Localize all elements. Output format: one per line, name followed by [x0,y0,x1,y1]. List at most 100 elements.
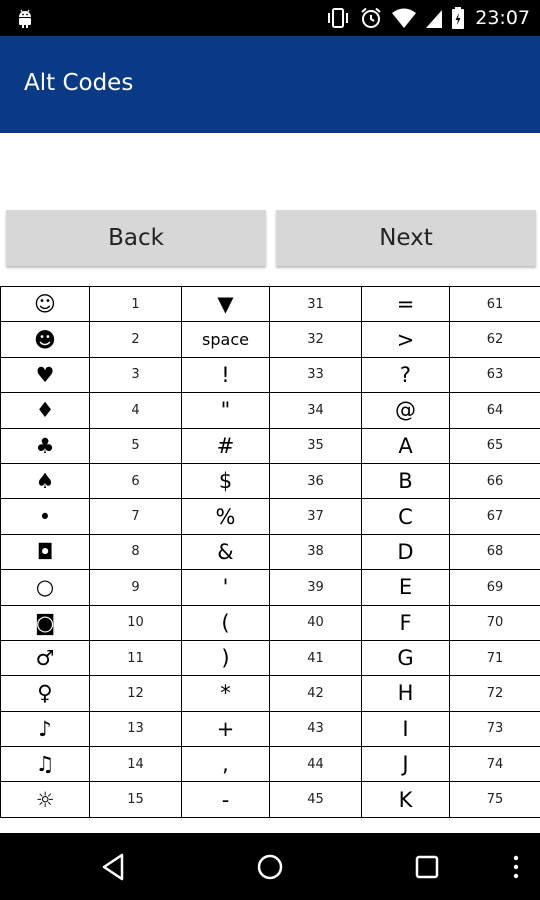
symbol-cell: ) [181,639,270,677]
code-cell: 39 [269,569,362,606]
status-bar: 23:07 [0,0,540,36]
wifi-icon [392,8,417,28]
symbol-cell: ☼ [0,781,90,818]
android-icon [19,9,31,28]
back-button[interactable]: Back [6,210,266,266]
code-cell: 67 [449,498,540,535]
symbol-cell: G [361,639,450,677]
code-cell: 74 [449,746,540,783]
symbol-cell: ♂ [0,639,90,677]
symbol-cell: # [181,427,270,464]
code-cell: 3 [89,356,182,394]
overflow-menu-icon[interactable] [500,851,532,883]
code-cell: 12 [89,675,182,712]
code-cell: 2 [89,321,182,358]
symbol-cell: ♠ [0,462,90,500]
code-cell: 42 [269,675,362,712]
symbol-cell: ○ [0,569,90,606]
table-row: ♪ 13 +43 I 73 [0,710,540,748]
code-cell: 1 [89,286,182,323]
code-cell: 13 [89,710,182,748]
code-cell: 11 [89,639,182,677]
symbol-cell: space [181,321,270,358]
code-cell: 41 [269,639,362,677]
app-title: Alt Codes [24,70,134,96]
symbol-cell: ♣ [0,427,90,464]
code-cell: 71 [449,639,540,677]
symbol-cell: J [361,746,450,783]
system-nav-bar [0,833,540,900]
symbol-cell: ♦ [0,392,90,429]
symbol-cell: F [361,604,450,641]
code-cell: 68 [449,533,540,571]
symbol-cell: & [181,533,270,571]
symbol-cell: ♫ [0,746,90,783]
table-row: ◙ 10(40 F 70 [0,604,540,641]
code-cell: 15 [89,781,182,818]
symbol-cell: ? [361,356,450,394]
table-row: ◘ 8 & 38 D 68 [0,533,540,571]
next-button[interactable]: Next [276,210,536,266]
code-cell: 64 [449,392,540,429]
code-cell: 69 [449,569,540,606]
status-time: 23:07 [475,7,530,29]
symbol-cell: ☻ [0,321,90,358]
code-cell: 45 [269,781,362,818]
symbol-cell: A [361,427,450,464]
code-cell: 43 [269,710,362,748]
nav-recents-icon[interactable] [411,851,443,883]
nav-home-icon[interactable] [254,851,286,883]
symbol-cell: " [181,392,270,429]
code-cell: 37 [269,498,362,535]
table-row: ○ 9 ' 39 E 69 [0,569,540,606]
code-cell: 6 [89,462,182,500]
code-cell: 70 [449,604,540,641]
table-row: ☼ 15-45 K 75 [0,781,540,818]
code-cell: 65 [449,427,540,464]
symbol-cell: ◙ [0,604,90,641]
code-cell: 61 [449,286,540,323]
code-cell: 35 [269,427,362,464]
table-row: • 7% 37 C 67 [0,498,540,535]
symbol-cell: * [181,675,270,712]
table-row: ♠ 6 $36 B 66 [0,462,540,500]
table-row: ☺ 1 ▼ 31 = 61 [0,286,540,323]
cellular-signal-icon [426,10,443,28]
code-cell: 73 [449,710,540,748]
code-cell: 40 [269,604,362,641]
symbol-cell: ▼ [181,286,270,323]
symbol-cell: ♥ [0,356,90,394]
code-cell: 66 [449,462,540,500]
code-cell: 33 [269,356,362,394]
alt-codes-table: ☺ 1 ▼ 31 = 61 ☻ 2 space 32 >62 ♥ 3! 33? 63 ♦ 4 " 34 @64 ♣ 5 #3… [0,286,540,818]
alarm-icon [361,7,381,28]
symbol-cell: E [361,569,450,606]
table-row: ☻ 2 space 32 >62 [0,321,540,358]
code-cell: 32 [269,321,362,358]
alt-codes-table-container[interactable]: ☺ 1 ▼ 31 = 61 ☻ 2 space 32 >62 ♥ 3! 33? 63 ♦ 4 " 34 @64 ♣ 5 #3… [0,286,540,819]
code-cell: 14 [89,746,182,783]
symbol-cell: $ [181,462,270,500]
symbol-cell: % [181,498,270,535]
symbol-cell: C [361,498,450,535]
symbol-cell: = [361,286,450,323]
symbol-cell: ! [181,356,270,394]
code-cell: 36 [269,462,362,500]
symbol-cell: D [361,533,450,571]
code-cell: 9 [89,569,182,606]
code-cell: 34 [269,392,362,429]
battery-icon [452,7,465,29]
table-row: ♫ 14, 44 J 74 [0,746,540,783]
symbol-cell: ' [181,569,270,606]
app-bar: Alt Codes [0,36,540,133]
code-cell: 62 [449,321,540,358]
table-row: ♀ 12 * 42 H 72 [0,675,540,712]
symbol-cell: ☺ [0,286,90,323]
nav-back-icon[interactable] [98,851,130,883]
code-cell: 4 [89,392,182,429]
code-cell: 75 [449,781,540,818]
symbol-cell: • [0,498,90,535]
code-cell: 63 [449,356,540,394]
code-cell: 10 [89,604,182,641]
vibrate-icon [328,8,349,28]
